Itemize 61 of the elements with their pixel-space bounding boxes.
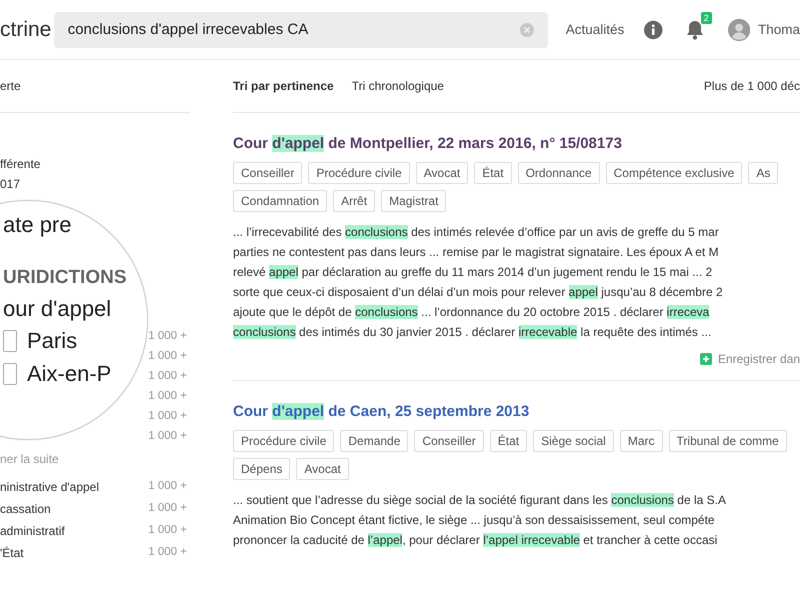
user-name[interactable]: Thoma (758, 22, 800, 37)
keyword-tag[interactable]: Procédure civile (233, 430, 334, 452)
keyword-tag[interactable]: Avocat (296, 458, 349, 480)
filter-option[interactable]: fférente (0, 157, 195, 171)
keyword-tag[interactable]: État (474, 162, 512, 184)
keyword-tag[interactable]: Ordonnance (518, 162, 600, 184)
plus-icon (700, 353, 712, 365)
count-label: 1 000 + (148, 370, 187, 382)
court-filter[interactable]: administratif (0, 524, 65, 538)
keyword-tag[interactable]: Condamnation (233, 190, 328, 212)
keyword-tag[interactable]: Compétence exclusive (606, 162, 742, 184)
count-label: 1 000 + (148, 524, 187, 538)
avatar-icon[interactable] (728, 18, 750, 42)
save-link[interactable]: Enregistrer dan (700, 352, 800, 366)
count-label: 1 000 + (148, 546, 187, 560)
court-filter[interactable]: 'État (0, 546, 24, 560)
filter-option[interactable]: 017 (0, 177, 195, 191)
result-title-link[interactable]: Cour d'appel de Montpellier, 22 mars 2016, n° 15/08173 (233, 135, 800, 152)
keyword-tag[interactable]: Siège social (533, 430, 614, 452)
keyword-tag[interactable]: Arrêt (333, 190, 376, 212)
sidebar-label[interactable]: erte (0, 79, 21, 93)
checkbox[interactable] (3, 362, 17, 385)
keyword-tag[interactable]: Avocat (416, 162, 468, 184)
count-label: 1 000 + (148, 410, 187, 422)
keyword-tag[interactable]: Conseiller (233, 162, 302, 184)
keyword-tag[interactable]: Tribunal de comme (668, 430, 787, 452)
checkbox[interactable] (3, 330, 17, 352)
keyword-tag[interactable]: Magistrat (381, 190, 446, 212)
notification-badge: 2 (700, 12, 712, 24)
keyword-tag[interactable]: As (748, 162, 778, 184)
magnified-heading: URIDICTIONS (3, 267, 128, 290)
keyword-tag[interactable]: Procédure civile (308, 162, 410, 184)
news-link[interactable]: Actualités (566, 22, 624, 37)
search-field[interactable]: conclusions d'appel irrecevables CA (54, 12, 548, 48)
court-filter[interactable]: ninistrative d'appel (0, 480, 100, 494)
sort-tab[interactable]: Tri chronologique (352, 79, 444, 93)
keyword-tag[interactable]: Dépens (233, 458, 290, 480)
count-label: 1 000 + (148, 430, 187, 442)
logo-text[interactable]: ctrine (0, 18, 54, 42)
checkbox-label[interactable]: Aix-en-P (27, 362, 112, 386)
sort-tab[interactable]: Tri par pertinence (233, 79, 334, 93)
result-excerpt: ... l’irrecevabilité des conclusions des intimés relevée d’office par un avis de greffe du 5 mar parties ne contestent pas dans leurs ... remise par le magistrat signataire. Les époux A et M relevé appel par déclaration au greffe du 11 mars 2014 d’un jugement rendu le 15 mai ... 2 sorte que ceux-ci disposaient d’un délai d’un mois pour relever appel jusqu’au 8 décembre 2 ajoute que le dépôt de conclusions ... l’ordonnance du 20 octobre 2015 . déclarer irreceva conclusions des intimés du 30 janvier 2015 . déclarer irrecevable la requête des intimés ... (233, 224, 724, 341)
info-icon[interactable] (644, 20, 663, 40)
keyword-tag[interactable]: Conseiller (414, 430, 484, 452)
result-excerpt: ... soutient que l’adresse du siège social de la société figurant dans les conclusions de la S.A Animation Bio Concept étant fictive, le siège ... jusqu’à son dessaisissement, seul compéte prononcer la caducité de l’appel, pour déclarer l’appel irrecevable et trancher à cette occasi (233, 492, 727, 549)
keyword-tag[interactable]: Demande (340, 430, 408, 452)
court-filter[interactable]: cassation (0, 502, 51, 516)
checkbox-label[interactable]: Paris (27, 329, 78, 354)
magnified-text: our d'appel (3, 297, 112, 322)
clear-icon[interactable] (520, 22, 534, 36)
keyword-tag[interactable]: État (490, 430, 528, 452)
magnified-text: ate pre (3, 213, 72, 238)
result-count: Plus de 1 000 déc (704, 79, 800, 93)
result-title-link[interactable]: Cour d'appel de Caen, 25 septembre 2013 (233, 403, 800, 420)
count-label: 1 000 + (148, 390, 187, 402)
count-label: 1 000 + (148, 330, 187, 342)
bell-icon[interactable] (686, 20, 704, 40)
count-label: 1 000 + (148, 502, 187, 516)
count-label: 1 000 + (148, 350, 187, 362)
keyword-tag[interactable]: Marc (620, 430, 663, 452)
count-label: 1 000 + (148, 480, 187, 494)
